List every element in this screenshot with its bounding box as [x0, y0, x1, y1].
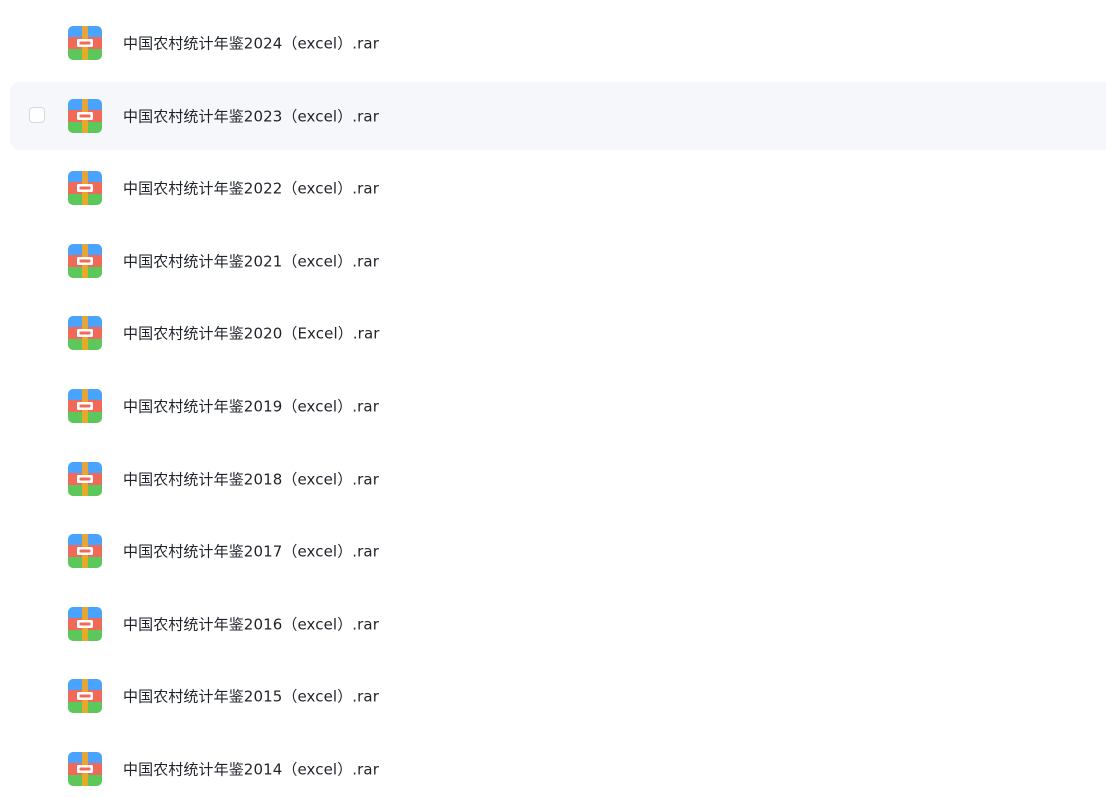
file-list-item[interactable]: 中国农村统计年鉴2022（excel）.rar [10, 154, 1106, 222]
file-list: 中国农村统计年鉴2024（excel）.rar 中国农村统计年鉴2023（exc… [0, 0, 1106, 798]
file-list-item[interactable]: 中国农村统计年鉴2020（Excel）.rar [10, 299, 1106, 367]
file-name: 中国农村统计年鉴2020（Excel）.rar [123, 324, 380, 343]
rar-archive-icon [67, 170, 103, 206]
rar-archive-icon [67, 461, 103, 497]
rar-archive-icon [67, 25, 103, 61]
rar-archive-icon [67, 388, 103, 424]
file-name: 中国农村统计年鉴2016（excel）.rar [123, 615, 379, 634]
file-name: 中国农村统计年鉴2023（excel）.rar [123, 107, 379, 126]
file-name: 中国农村统计年鉴2024（excel）.rar [123, 34, 379, 53]
file-list-item[interactable]: 中国农村统计年鉴2021（excel）.rar [10, 227, 1106, 295]
select-checkbox[interactable] [29, 106, 45, 123]
file-list-item[interactable]: 中国农村统计年鉴2019（excel）.rar [10, 372, 1106, 440]
file-name: 中国农村统计年鉴2022（excel）.rar [123, 179, 379, 198]
file-name: 中国农村统计年鉴2015（excel）.rar [123, 687, 379, 706]
rar-archive-icon [67, 606, 103, 642]
file-name: 中国农村统计年鉴2018（excel）.rar [123, 470, 379, 489]
file-list-item[interactable]: 中国农村统计年鉴2017（excel）.rar [10, 517, 1106, 585]
file-name: 中国农村统计年鉴2014（excel）.rar [123, 760, 379, 779]
file-name: 中国农村统计年鉴2017（excel）.rar [123, 542, 379, 561]
file-name: 中国农村统计年鉴2019（excel）.rar [123, 397, 379, 416]
rar-archive-icon [67, 751, 103, 787]
rar-archive-icon [67, 678, 103, 714]
file-list-item[interactable]: 中国农村统计年鉴2024（excel）.rar [10, 9, 1106, 77]
rar-archive-icon [67, 98, 103, 134]
file-list-item[interactable]: 中国农村统计年鉴2016（excel）.rar [10, 590, 1106, 658]
rar-archive-icon [67, 533, 103, 569]
file-list-item[interactable]: 中国农村统计年鉴2014（excel）.rar [10, 735, 1106, 798]
file-list-item[interactable]: 中国农村统计年鉴2015（excel）.rar [10, 662, 1106, 730]
file-list-item[interactable]: 中国农村统计年鉴2023（excel）.rar [10, 81, 1106, 150]
rar-archive-icon [67, 243, 103, 279]
file-list-item[interactable]: 中国农村统计年鉴2018（excel）.rar [10, 445, 1106, 513]
file-name: 中国农村统计年鉴2021（excel）.rar [123, 252, 379, 271]
rar-archive-icon [67, 315, 103, 351]
